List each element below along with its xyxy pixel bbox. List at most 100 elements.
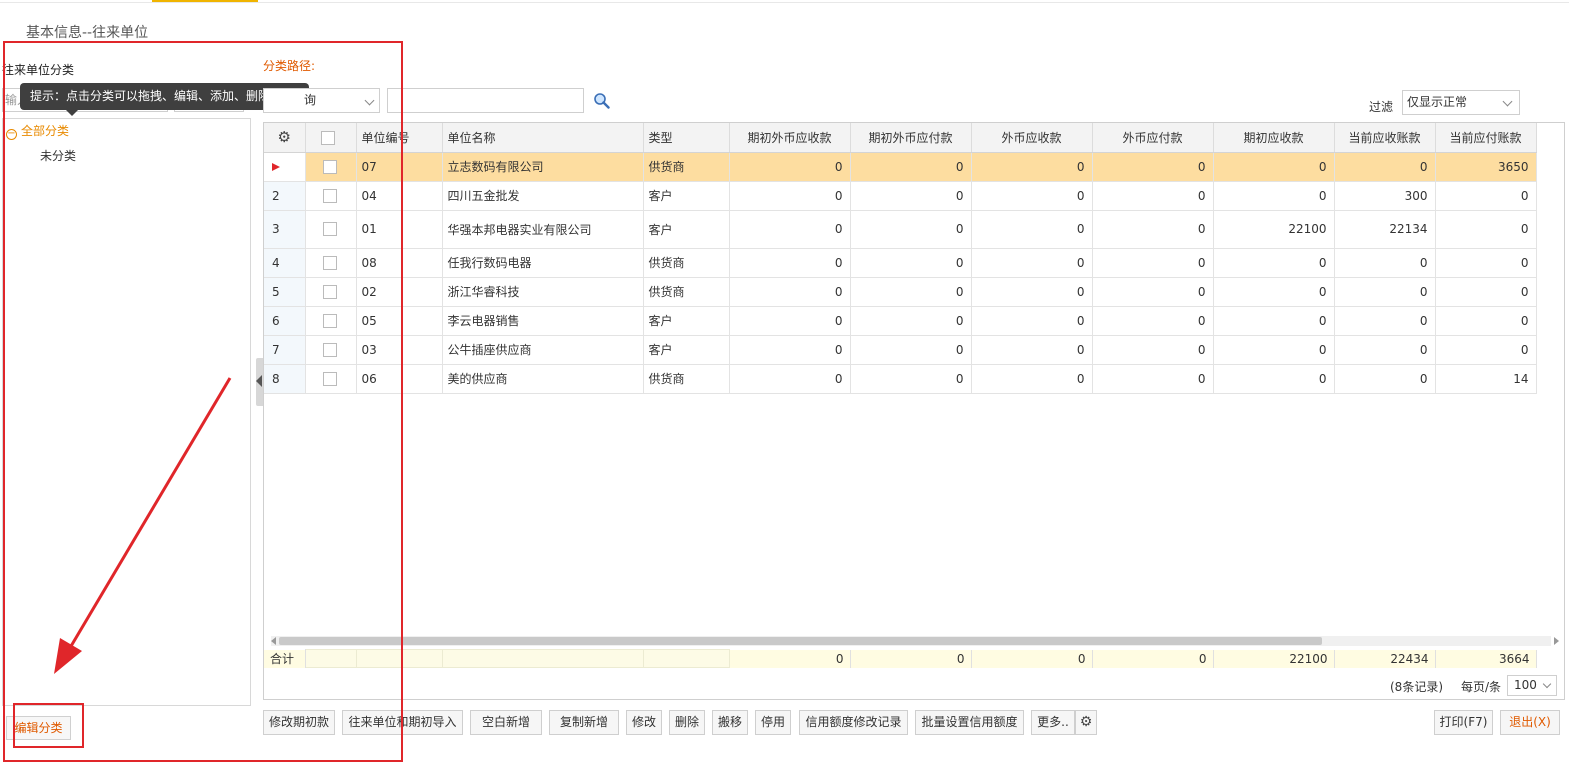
cell-name: 浙江华睿科技 — [442, 277, 644, 307]
cell-value: 0 — [729, 277, 851, 307]
horizontal-scrollbar[interactable] — [271, 636, 1559, 646]
cell-value: 0 — [729, 306, 851, 336]
cell-value: 0 — [850, 364, 972, 394]
cell-value: 0 — [1435, 306, 1537, 336]
col-header[interactable]: 期初外币应收款 — [729, 123, 851, 153]
delete-button[interactable]: 删除 — [669, 710, 705, 735]
col-header[interactable]: 期初外币应付款 — [850, 123, 972, 153]
more-button[interactable]: 更多.. — [1031, 710, 1075, 735]
per-page-value: 100 — [1514, 678, 1537, 692]
cell-value: 14 — [1435, 364, 1537, 394]
totals-value: 22434 — [1334, 649, 1436, 668]
exit-button[interactable]: 退出(X) — [1500, 710, 1560, 735]
top-divider — [0, 2, 1569, 3]
table-row[interactable]: 4 08 任我行数码电器 供货商 0 0 0 0 0 0 0 — [264, 248, 1537, 278]
cell-value: 0 — [1334, 364, 1436, 394]
cell-value: 0 — [1092, 181, 1214, 211]
scroll-right-icon[interactable] — [1554, 637, 1559, 645]
cell-value: 0 — [1435, 181, 1537, 211]
modify-button[interactable]: 修改 — [626, 710, 662, 735]
cell-value: 0 — [729, 364, 851, 394]
cell-value: 22134 — [1334, 210, 1436, 249]
table-row[interactable]: 6 05 李云电器销售 客户 0 0 0 0 0 0 0 — [264, 306, 1537, 336]
cell-type: 供货商 — [643, 277, 730, 307]
table-row[interactable]: 3 01 华强本邦电器实业有限公司 客户 0 0 0 0 22100 22134… — [264, 210, 1537, 249]
cell-value: 0 — [729, 248, 851, 278]
col-header[interactable]: 当前应收账款 — [1334, 123, 1436, 153]
cell-value: 0 — [971, 364, 1093, 394]
totals-value: 22100 — [1213, 649, 1335, 668]
cell-value: 0 — [971, 210, 1093, 249]
cell-name: 美的供应商 — [442, 364, 644, 394]
cell-value: 0 — [971, 181, 1093, 211]
cell-value: 0 — [1092, 152, 1214, 182]
credit-log-button[interactable]: 信用额度修改记录 — [799, 710, 908, 735]
cell-value: 0 — [850, 181, 972, 211]
col-header[interactable]: 期初应收款 — [1213, 123, 1335, 153]
cell-value: 0 — [1334, 248, 1436, 278]
disable-button[interactable]: 停用 — [755, 710, 791, 735]
new-blank-button[interactable]: 空白新增 — [470, 710, 542, 735]
table-row[interactable]: 5 02 浙江华睿科技 供货商 0 0 0 0 0 0 0 — [264, 277, 1537, 307]
totals-value: 0 — [971, 649, 1093, 668]
record-count: (8条记录) — [1390, 680, 1443, 694]
cell-value: 0 — [971, 306, 1093, 336]
table-row[interactable]: 8 06 美的供应商 供货商 0 0 0 0 0 0 14 — [264, 364, 1537, 394]
grid-header-row: ⚙ 单位编号 单位名称 类型 期初外币应收款 期初外币应付款 外币应收款 外币应… — [264, 123, 1537, 153]
col-header[interactable]: 当前应付账款 — [1435, 123, 1537, 153]
per-page-select[interactable]: 100 — [1507, 675, 1557, 696]
gear-icon[interactable]: ⚙ — [1075, 710, 1097, 735]
cell-type: 供货商 — [643, 248, 730, 278]
chevron-down-icon — [1542, 679, 1552, 689]
col-header[interactable]: 外币应付款 — [1092, 123, 1214, 153]
totals-value: 0 — [729, 649, 851, 668]
cell-value: 0 — [1092, 277, 1214, 307]
cell-value: 0 — [1213, 277, 1335, 307]
cell-value: 0 — [1334, 277, 1436, 307]
cell-value: 0 — [729, 181, 851, 211]
cell-value: 3650 — [1435, 152, 1537, 182]
table-row[interactable]: 2 04 四川五金批发 客户 0 0 0 0 0 300 0 — [264, 181, 1537, 211]
cell-value: 0 — [971, 277, 1093, 307]
cell-value: 0 — [1092, 364, 1214, 394]
cell-value: 0 — [1334, 306, 1436, 336]
cell-value: 0 — [1334, 152, 1436, 182]
filter-label: 过滤 — [1369, 100, 1394, 114]
cell-value: 0 — [1092, 248, 1214, 278]
table-row[interactable]: 07 立志数码有限公司 供货商 0 0 0 0 0 0 3650 — [264, 152, 1537, 182]
cell-value: 300 — [1334, 181, 1436, 211]
cell-name: 公牛插座供应商 — [442, 335, 644, 365]
cell-type: 客户 — [643, 210, 730, 249]
cell-value: 0 — [729, 210, 851, 249]
print-button[interactable]: 打印(F7) — [1434, 710, 1493, 735]
col-header[interactable]: 单位名称 — [442, 123, 644, 153]
col-header[interactable]: 类型 — [643, 123, 730, 153]
cell-value: 0 — [971, 335, 1093, 365]
per-page-label: 每页/条 — [1461, 680, 1502, 694]
cell-value: 0 — [850, 277, 972, 307]
cell-type: 客户 — [643, 306, 730, 336]
cell-value: 0 — [1092, 335, 1214, 365]
totals-value: 0 — [1092, 649, 1214, 668]
table-row[interactable]: 7 03 公牛插座供应商 客户 0 0 0 0 0 0 0 — [264, 335, 1537, 365]
cell-value: 0 — [850, 248, 972, 278]
annotation-arrow-icon — [54, 377, 232, 674]
totals-value: 3664 — [1435, 649, 1537, 668]
cell-value: 0 — [1213, 181, 1335, 211]
filter-select[interactable]: 仅显示正常 — [1402, 90, 1520, 115]
page-title: 基本信息--往来单位 — [26, 25, 149, 41]
chevron-down-icon — [1502, 96, 1513, 107]
cell-value: 0 — [850, 152, 972, 182]
copy-new-button[interactable]: 复制新增 — [549, 710, 619, 735]
search-input[interactable] — [387, 88, 584, 113]
cell-value: 0 — [1435, 277, 1537, 307]
totals-value: 0 — [850, 649, 972, 668]
scrollbar-thumb[interactable] — [279, 637, 1322, 645]
move-button[interactable]: 搬移 — [712, 710, 748, 735]
cell-value: 0 — [1213, 152, 1335, 182]
cell-name: 华强本邦电器实业有限公司 — [442, 210, 644, 249]
search-icon[interactable] — [593, 92, 610, 109]
col-header[interactable]: 外币应收款 — [971, 123, 1093, 153]
batch-credit-button[interactable]: 批量设置信用额度 — [915, 710, 1024, 735]
cell-type: 供货商 — [643, 152, 730, 182]
